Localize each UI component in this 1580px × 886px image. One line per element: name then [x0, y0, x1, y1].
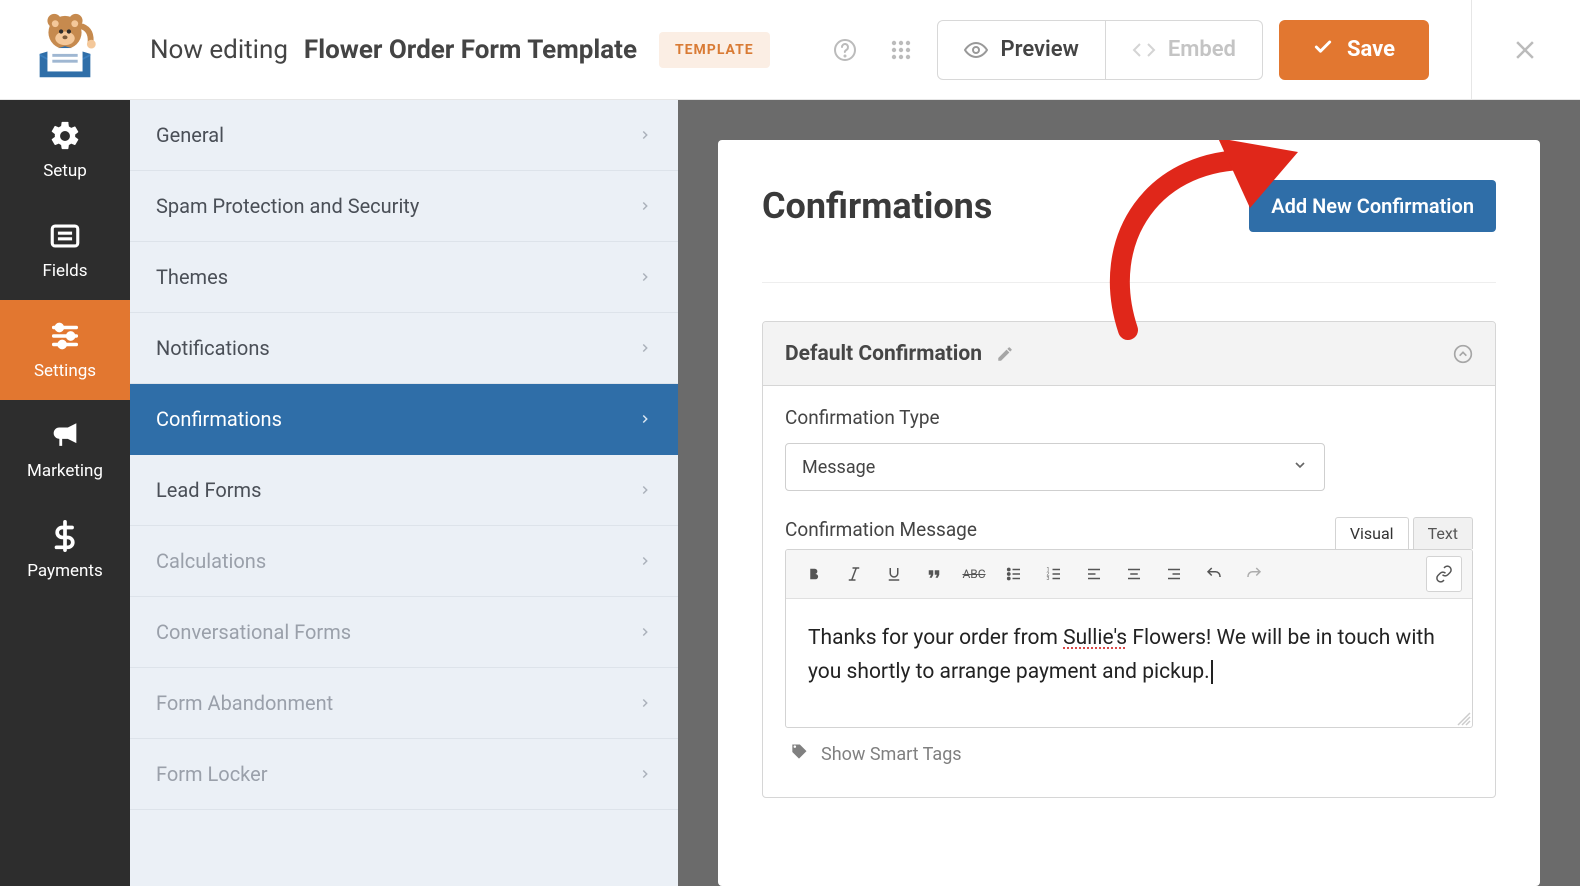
- now-editing-label: Now editing: [150, 35, 288, 65]
- chevron-right-icon: [638, 128, 652, 142]
- add-new-confirmation-button[interactable]: Add New Confirmation: [1249, 180, 1496, 232]
- confirmation-type-select[interactable]: Message: [785, 443, 1325, 491]
- show-smart-tags-link[interactable]: Show Smart Tags: [785, 728, 1473, 781]
- close-button[interactable]: [1500, 25, 1550, 75]
- chevron-right-icon: [638, 412, 652, 426]
- app-logo: [0, 0, 130, 100]
- sidebar-item-spam[interactable]: Spam Protection and Security: [130, 171, 678, 242]
- help-icon[interactable]: [825, 30, 865, 70]
- strikethrough-button[interactable]: ABC: [956, 556, 992, 592]
- quote-button[interactable]: [916, 556, 952, 592]
- align-right-button[interactable]: [1156, 556, 1192, 592]
- sidebar-item-themes[interactable]: Themes: [130, 242, 678, 313]
- sidebar-item-locker[interactable]: Form Locker: [130, 739, 678, 810]
- chevron-right-icon: [638, 341, 652, 355]
- confirmations-panel: Confirmations Add New Confirmation Defau…: [718, 140, 1540, 886]
- chevron-right-icon: [638, 554, 652, 568]
- check-icon: [1313, 37, 1333, 63]
- card-body: Confirmation Type Message Confirmation M…: [763, 386, 1495, 797]
- sliders-icon: [48, 319, 82, 353]
- title-area: Now editing Flower Order Form Template T…: [130, 32, 770, 68]
- chevron-right-icon: [638, 483, 652, 497]
- bullet-list-button[interactable]: [996, 556, 1032, 592]
- embed-button[interactable]: Embed: [1106, 20, 1263, 80]
- pencil-icon[interactable]: [996, 345, 1014, 363]
- confirmation-type-label: Confirmation Type: [785, 406, 1473, 429]
- align-center-button[interactable]: [1116, 556, 1152, 592]
- top-bar: Now editing Flower Order Form Template T…: [0, 0, 1580, 100]
- bold-button[interactable]: [796, 556, 832, 592]
- sidebar-item-notifications[interactable]: Notifications: [130, 313, 678, 384]
- undo-button[interactable]: [1196, 556, 1232, 592]
- divider: [1471, 0, 1472, 100]
- list-icon: [48, 219, 82, 253]
- chevron-right-icon: [638, 767, 652, 781]
- rail-item-settings[interactable]: Settings: [0, 300, 130, 400]
- wpforms-logo-icon: [26, 11, 104, 89]
- confirmation-message-textarea[interactable]: Thanks for your order from Sullie's Flow…: [786, 599, 1472, 727]
- body: Setup Fields Settings Marketing Payments: [0, 100, 1580, 886]
- eye-icon: [964, 38, 988, 62]
- resize-handle-icon[interactable]: [1457, 712, 1471, 726]
- sidebar-item-confirmations[interactable]: Confirmations: [130, 384, 678, 455]
- sidebar-item-leadforms[interactable]: Lead Forms: [130, 455, 678, 526]
- code-icon: [1132, 38, 1156, 62]
- sidebar-item-general[interactable]: General: [130, 100, 678, 171]
- svg-text:3: 3: [1047, 576, 1050, 582]
- link-button[interactable]: [1426, 556, 1462, 592]
- chevron-down-icon: [1292, 457, 1308, 478]
- redo-button[interactable]: [1236, 556, 1272, 592]
- tag-icon: [789, 742, 809, 767]
- align-left-button[interactable]: [1076, 556, 1112, 592]
- apps-grid-icon[interactable]: [881, 30, 921, 70]
- rail-item-fields[interactable]: Fields: [0, 200, 130, 300]
- save-button[interactable]: Save: [1279, 20, 1429, 80]
- chevron-right-icon: [638, 270, 652, 284]
- preview-button[interactable]: Preview: [937, 20, 1105, 80]
- editor-tabs: Visual Text: [1335, 517, 1473, 549]
- template-badge: TEMPLATE: [659, 32, 770, 68]
- top-actions: Preview Embed Save: [825, 20, 1443, 80]
- rail-item-marketing[interactable]: Marketing: [0, 400, 130, 500]
- rail-item-setup[interactable]: Setup: [0, 100, 130, 200]
- preview-embed-group: Preview Embed: [937, 20, 1262, 80]
- italic-button[interactable]: [836, 556, 872, 592]
- close-icon: [1510, 35, 1540, 65]
- left-rail: Setup Fields Settings Marketing Payments: [0, 100, 130, 886]
- rail-item-payments[interactable]: Payments: [0, 500, 130, 600]
- sidebar-item-abandonment[interactable]: Form Abandonment: [130, 668, 678, 739]
- chevron-right-icon: [638, 696, 652, 710]
- editor: ABC 123 Thanks for: [785, 549, 1473, 728]
- editor-tab-text[interactable]: Text: [1413, 517, 1473, 549]
- card-title: Default Confirmation: [785, 342, 982, 366]
- panel-title: Confirmations: [762, 185, 992, 227]
- panel-header: Confirmations Add New Confirmation: [762, 180, 1496, 283]
- settings-sidebar: General Spam Protection and Security The…: [130, 100, 678, 886]
- editor-toolbar: ABC 123: [786, 550, 1472, 599]
- chevron-up-circle-icon[interactable]: [1453, 344, 1473, 364]
- canvas: Confirmations Add New Confirmation Defau…: [678, 100, 1580, 886]
- sidebar-item-calculations[interactable]: Calculations: [130, 526, 678, 597]
- confirmation-message-label: Confirmation Message: [785, 518, 977, 541]
- dollar-icon: [48, 519, 82, 553]
- confirmation-card: Default Confirmation Confirmation Type M…: [762, 321, 1496, 798]
- form-name[interactable]: Flower Order Form Template: [304, 35, 637, 65]
- numbered-list-button[interactable]: 123: [1036, 556, 1072, 592]
- editor-tab-visual[interactable]: Visual: [1335, 517, 1409, 549]
- bullhorn-icon: [48, 419, 82, 453]
- sidebar-item-conversational[interactable]: Conversational Forms: [130, 597, 678, 668]
- chevron-right-icon: [638, 199, 652, 213]
- card-header[interactable]: Default Confirmation: [763, 322, 1495, 386]
- chevron-right-icon: [638, 625, 652, 639]
- underline-button[interactable]: [876, 556, 912, 592]
- gear-icon: [48, 119, 82, 153]
